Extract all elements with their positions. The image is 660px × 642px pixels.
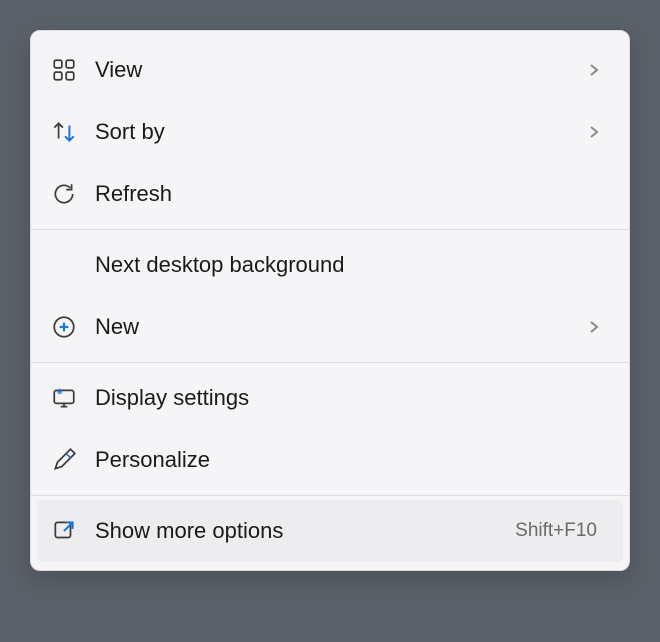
menu-divider (31, 362, 629, 363)
view-icon (49, 57, 95, 83)
menu-item-label: Refresh (95, 181, 605, 207)
desktop-context-menu: View Sort by Refresh N (30, 30, 630, 571)
menu-item-show-more-options[interactable]: Show more options Shift+F10 (37, 500, 623, 562)
menu-item-view[interactable]: View (31, 39, 629, 101)
menu-item-label: View (95, 57, 583, 83)
menu-item-next-desktop-background[interactable]: Next desktop background (31, 234, 629, 296)
menu-divider (31, 229, 629, 230)
menu-item-label: New (95, 314, 583, 340)
refresh-icon (49, 181, 95, 207)
chevron-right-icon (583, 124, 605, 140)
display-settings-icon (49, 385, 95, 411)
new-icon (49, 314, 95, 340)
menu-item-label: Next desktop background (95, 252, 605, 278)
menu-item-shortcut: Shift+F10 (515, 520, 597, 542)
menu-item-personalize[interactable]: Personalize (31, 429, 629, 491)
menu-item-label: Personalize (95, 447, 605, 473)
menu-item-new[interactable]: New (31, 296, 629, 358)
menu-item-display-settings[interactable]: Display settings (31, 367, 629, 429)
menu-item-label: Display settings (95, 385, 605, 411)
menu-item-sort-by[interactable]: Sort by (31, 101, 629, 163)
menu-item-label: Sort by (95, 119, 583, 145)
menu-item-label: Show more options (95, 518, 515, 544)
sort-icon (49, 119, 95, 145)
menu-divider (31, 495, 629, 496)
personalize-icon (49, 447, 95, 473)
chevron-right-icon (583, 62, 605, 78)
menu-item-refresh[interactable]: Refresh (31, 163, 629, 225)
chevron-right-icon (583, 319, 605, 335)
show-more-icon (49, 518, 95, 544)
